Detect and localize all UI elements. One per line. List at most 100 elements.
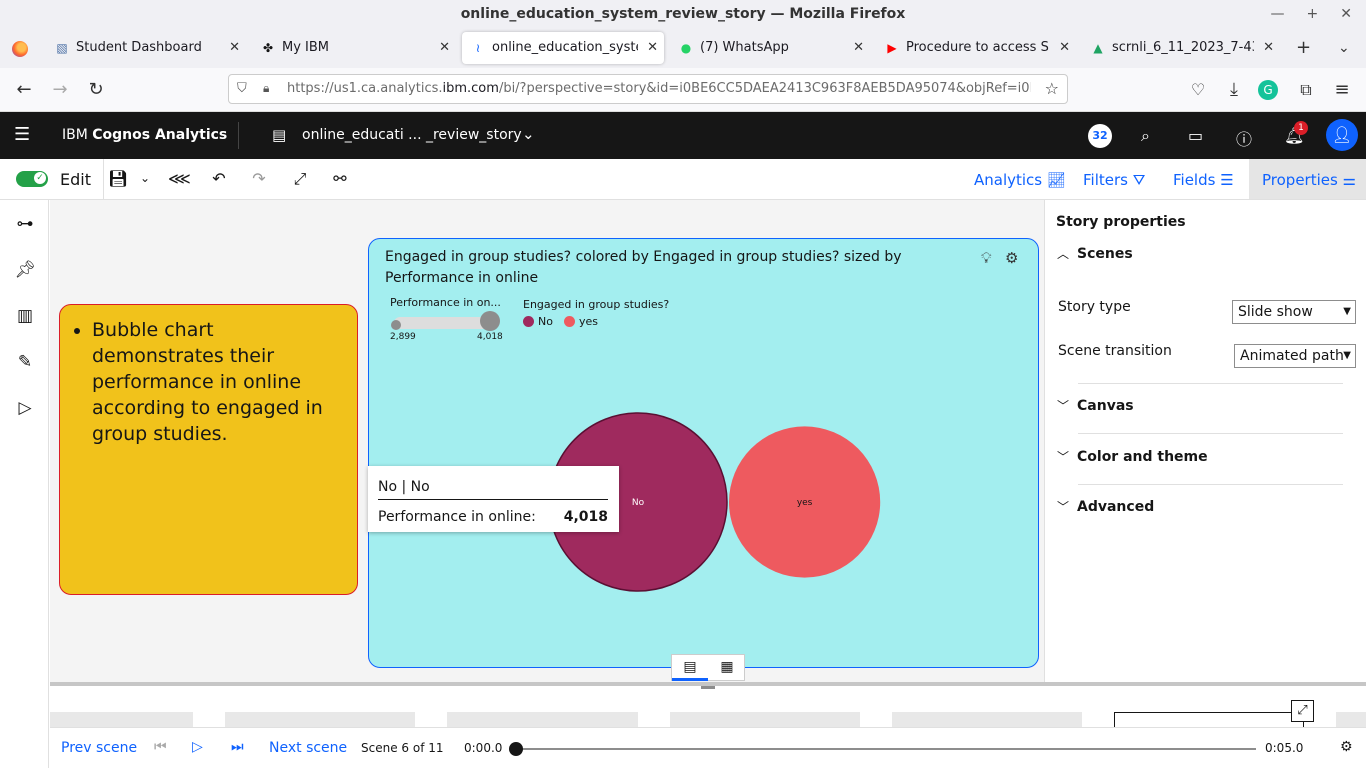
- url-text[interactable]: https://us1.ca.analytics.ibm.com/bi/?per…: [287, 81, 1031, 96]
- new-tab-icon[interactable]: +: [1296, 38, 1311, 58]
- filters-button[interactable]: Filters ⛛: [1083, 171, 1145, 189]
- edit-mode-toggle[interactable]: [16, 171, 48, 187]
- save-icon[interactable]: 💾︎: [108, 169, 128, 188]
- time-start: 0:00.0: [464, 741, 503, 755]
- firefox-logo-icon[interactable]: [12, 41, 28, 57]
- tab-google-drive[interactable]: ▲ scrnli_6_11_2023_7-43-00 P ✕: [1082, 32, 1280, 64]
- playback-track[interactable]: [516, 748, 1256, 750]
- bookmark-star-icon[interactable]: ☆: [1045, 79, 1059, 98]
- user-avatar[interactable]: 👤︎: [1326, 119, 1358, 151]
- fields-button[interactable]: Fields ☰: [1173, 171, 1234, 189]
- list-tabs-icon[interactable]: ⌄: [1338, 38, 1350, 58]
- skip-to-end-icon[interactable]: ⏭︎: [231, 739, 244, 755]
- pin-icon[interactable]: 📌︎: [14, 260, 36, 280]
- document-name[interactable]: online_educati ... _review_story: [302, 127, 522, 143]
- menu-icon[interactable]: ≡: [1330, 78, 1354, 102]
- reload-icon[interactable]: ↻: [84, 78, 108, 102]
- share-icon[interactable]: ⋘: [168, 169, 191, 188]
- lock-icon[interactable]: 🔒︎: [263, 81, 269, 96]
- browser-nav-bar: ← → ↻ ⛉ 🔒︎ https://us1.ca.analytics.ibm.…: [0, 68, 1366, 112]
- maximize-icon[interactable]: +: [1307, 0, 1319, 28]
- tooltip-value: 4,018: [563, 509, 608, 525]
- dashboard-icon: ▧: [56, 41, 68, 55]
- window-titlebar: online_education_system_review_story — M…: [0, 0, 1366, 28]
- properties-button[interactable]: Properties ⚌: [1262, 171, 1356, 189]
- analytics-button[interactable]: Analytics 📈︎: [974, 171, 1066, 189]
- next-scene-button[interactable]: Next scene: [269, 740, 347, 756]
- timeline-track[interactable]: [447, 712, 638, 727]
- window-title: online_education_system_review_story — M…: [460, 6, 906, 22]
- story-toolbar: Edit 💾︎ ⌄ ⋘ ↶ ↷ ⤢ ⚯ Analytics 📈︎ Filters…: [0, 159, 1366, 200]
- tab-student-dashboard[interactable]: ▧ Student Dashboard ✕: [46, 32, 246, 64]
- timeline-track[interactable]: [50, 712, 193, 727]
- cognos-brand[interactable]: IBM Cognos Analytics: [62, 127, 227, 143]
- cognos-icon: ≀: [475, 41, 481, 55]
- tab-online-education-story[interactable]: ≀ online_education_system_review_story ✕: [462, 32, 664, 64]
- close-tab-icon[interactable]: ✕: [647, 32, 658, 64]
- skip-to-start-icon[interactable]: ⏮︎: [154, 739, 167, 755]
- scene-timeline[interactable]: [50, 689, 1366, 727]
- minimize-icon[interactable]: —: [1271, 0, 1285, 28]
- prev-scene-button[interactable]: Prev scene: [61, 740, 137, 756]
- grid-view-icon[interactable]: ▦: [709, 655, 745, 681]
- assistant-chat-icon[interactable]: ▭: [1188, 126, 1203, 145]
- expand-timeline-icon[interactable]: ⤢: [1291, 700, 1314, 722]
- close-tab-icon[interactable]: ✕: [1263, 32, 1274, 64]
- advanced-section-header[interactable]: ﹀ Advanced: [1057, 498, 1154, 515]
- redo-icon[interactable]: ↷: [249, 169, 269, 188]
- widgets-icon[interactable]: ✎: [14, 352, 36, 372]
- close-tab-icon[interactable]: ✕: [229, 32, 240, 64]
- close-window-icon[interactable]: ✕: [1340, 0, 1352, 28]
- tab-whatsapp[interactable]: ● (7) WhatsApp ✕: [670, 32, 870, 64]
- ibm-icon: ✤: [262, 41, 274, 55]
- bubble-label-no: No: [632, 498, 645, 508]
- text-widget[interactable]: Bubble chart demonstrates their performa…: [59, 304, 358, 595]
- play-icon[interactable]: ▷: [192, 739, 203, 755]
- search-icon[interactable]: ⌕: [1141, 126, 1150, 146]
- fields-icon: ☰: [1220, 171, 1234, 189]
- timeline-track[interactable]: [670, 712, 860, 727]
- save-options-chevron-icon[interactable]: ⌄: [135, 171, 155, 185]
- fullscreen-icon[interactable]: ⤢: [290, 169, 310, 189]
- properties-panel: Story properties ︿ Scenes Story type Slid…: [1044, 200, 1366, 682]
- color-theme-section-header[interactable]: ﹀ Color and theme: [1057, 448, 1208, 465]
- playback-settings-icon[interactable]: ⚙: [1340, 739, 1353, 755]
- data-tree-icon[interactable]: ⊶: [14, 214, 36, 234]
- back-icon[interactable]: ←: [12, 78, 36, 102]
- downloads-icon[interactable]: ⤓: [1222, 78, 1246, 102]
- close-tab-icon[interactable]: ✕: [439, 32, 450, 64]
- story-type-select[interactable]: Slide show ▼: [1232, 300, 1356, 324]
- close-tab-icon[interactable]: ✕: [1059, 32, 1070, 64]
- media-icon[interactable]: ▷: [14, 398, 36, 418]
- help-icon[interactable]: ⓘ: [1236, 126, 1252, 150]
- canvas-section-header[interactable]: ﹀ Canvas: [1057, 397, 1134, 414]
- forward-icon[interactable]: →: [48, 78, 72, 102]
- browser-tab-strip: ▧ Student Dashboard ✕ ✤ My IBM ✕ ≀ onlin…: [0, 28, 1366, 68]
- timeline-track[interactable]: [1336, 712, 1366, 727]
- pocket-icon[interactable]: ♡: [1186, 78, 1210, 102]
- relationships-icon[interactable]: ⚯: [330, 169, 350, 188]
- grammarly-icon[interactable]: G: [1258, 80, 1278, 100]
- undo-icon[interactable]: ↶: [209, 169, 229, 188]
- extensions-icon[interactable]: ⧉: [1294, 78, 1318, 102]
- chevron-down-icon[interactable]: ⌄: [522, 125, 535, 143]
- close-tab-icon[interactable]: ✕: [853, 32, 864, 64]
- bubble-chart-widget[interactable]: Engaged in group studies? colored by Eng…: [368, 238, 1039, 668]
- tab-my-ibm[interactable]: ✤ My IBM ✕: [252, 32, 456, 64]
- tab-youtube-procedure[interactable]: ▶ Procedure to access Smart ✕: [876, 32, 1076, 64]
- scenes-section-header[interactable]: ︿ Scenes: [1057, 245, 1133, 262]
- playback-scrubber[interactable]: [509, 742, 523, 756]
- tracking-shield-icon[interactable]: ⛉: [237, 81, 247, 96]
- details-view-icon[interactable]: ▤: [672, 655, 708, 681]
- scene-transition-label: Scene transition: [1058, 343, 1172, 359]
- timeline-track[interactable]: [225, 712, 415, 727]
- hamburger-menu-icon[interactable]: ☰: [14, 124, 30, 145]
- timeline-track[interactable]: [892, 712, 1082, 727]
- timeline-track-selected[interactable]: [1114, 712, 1304, 727]
- scene-transition-select[interactable]: Animated path ▼: [1234, 344, 1356, 368]
- activity-count-badge[interactable]: 32: [1088, 124, 1112, 148]
- header-divider: [238, 122, 239, 149]
- text-widget-bullet[interactable]: Bubble chart demonstrates their performa…: [92, 317, 343, 447]
- visualizations-icon[interactable]: ▥: [14, 306, 36, 326]
- url-bar[interactable]: ⛉ 🔒︎ https://us1.ca.analytics.ibm.com/bi…: [228, 74, 1068, 104]
